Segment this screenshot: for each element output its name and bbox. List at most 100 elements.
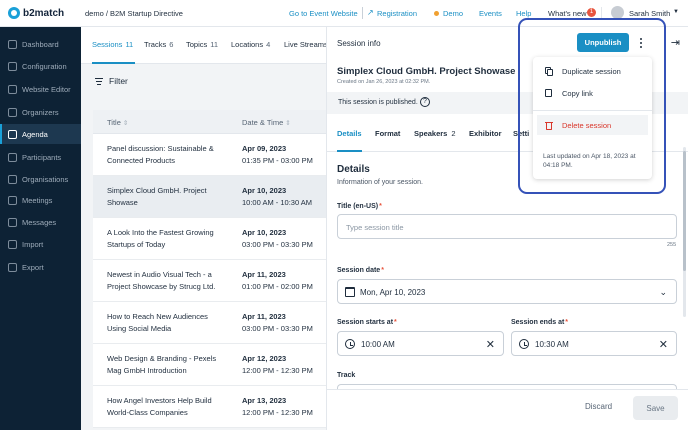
sidebar-item-label: Import	[22, 239, 44, 249]
column-header-date-time[interactable]: Date & Time ⇕	[242, 118, 291, 127]
tab-topics[interactable]: Topics 11	[186, 40, 218, 49]
label-text: Title (en-US)	[337, 203, 379, 210]
chevron-down-icon: ⌄	[659, 287, 667, 297]
collapse-panel-icon[interactable]: ⇥	[671, 36, 680, 49]
table-row[interactable]: Web Design & Branding - Pexels Mag GmbH …	[93, 344, 326, 386]
sidebar: Dashboard Configuration Website Editor O…	[0, 27, 81, 430]
go-to-event-website-link[interactable]: Go to Event Website	[289, 9, 358, 18]
sidebar-item-import[interactable]: Import	[0, 234, 81, 254]
breadcrumb[interactable]: demo / B2M Startup Directive	[85, 9, 183, 18]
b2match-logo-icon	[8, 7, 20, 19]
session-title: How to Reach New Audiences Using Social …	[107, 312, 208, 333]
filter-icon	[95, 77, 103, 85]
sidebar-item-dashboard[interactable]: Dashboard	[0, 34, 81, 54]
table-row[interactable]: How Angel Investors Help Build World-Cla…	[93, 386, 326, 428]
tab-exhibitor[interactable]: Exhibitor	[469, 129, 502, 138]
tab-label: Speakers	[414, 129, 448, 138]
required-marker: *	[381, 267, 384, 274]
table-row[interactable]: Panel discussion: Sustainable & Connecte…	[93, 134, 326, 176]
tab-locations[interactable]: Locations 4	[231, 40, 270, 49]
tab-live-streams[interactable]: Live Streams	[284, 40, 328, 49]
chevron-down-icon[interactable]: ▼	[673, 9, 679, 15]
help-link[interactable]: Help	[516, 9, 531, 18]
user-icon	[8, 107, 17, 117]
building-icon	[8, 174, 17, 184]
divider	[362, 7, 363, 19]
tab-tracks[interactable]: Tracks 6	[144, 40, 173, 49]
session-time: 03:00 PM - 03:30 PM	[242, 324, 313, 333]
sidebar-item-agenda[interactable]: Agenda	[0, 124, 81, 144]
session-time: 12:00 PM - 12:30 PM	[242, 408, 313, 417]
table-row[interactable]: A Look Into the Fastest Growing Startups…	[93, 218, 326, 260]
sidebar-item-label: Website Editor	[22, 84, 71, 94]
clock-icon	[519, 339, 529, 349]
session-title: Panel discussion: Sustainable & Connecte…	[107, 144, 214, 165]
required-marker: *	[565, 319, 569, 326]
session-datetime: Apr 10, 2023 10:00 AM - 10:30 AM	[242, 185, 312, 209]
column-label: Title	[107, 118, 121, 127]
sidebar-item-label: Dashboard	[22, 39, 59, 49]
sidebar-item-label: Export	[22, 262, 44, 272]
session-time: 03:00 PM - 03:30 PM	[242, 240, 313, 249]
tab-count: 4	[266, 40, 271, 49]
save-button[interactable]: Save	[633, 396, 678, 420]
sidebar-item-organizers[interactable]: Organizers	[0, 102, 81, 122]
tab-details[interactable]: Details	[337, 129, 362, 138]
discard-button[interactable]: Discard	[585, 402, 612, 411]
required-marker: *	[379, 203, 382, 210]
tab-label: Live Streams	[284, 40, 328, 49]
filter-button[interactable]: Filter	[95, 76, 128, 86]
scrollbar-thumb[interactable]	[683, 151, 686, 271]
tab-count: 11	[210, 40, 219, 49]
session-date-select[interactable]: Mon, Apr 10, 2023 ⌄	[337, 279, 677, 304]
session-title: A Look Into the Fastest Growing Startups…	[107, 228, 214, 249]
clear-icon[interactable]: ✕	[659, 338, 668, 351]
page-icon	[8, 84, 17, 94]
sidebar-item-configuration[interactable]: Configuration	[0, 56, 81, 76]
whats-new-link[interactable]: What's new	[548, 9, 587, 18]
session-date: Apr 12, 2023	[242, 354, 287, 363]
tab-count: 6	[169, 40, 174, 49]
input-placeholder: Type session title	[346, 223, 404, 232]
sidebar-item-label: Organisations	[22, 174, 69, 184]
sidebar-item-participants[interactable]: Participants	[0, 147, 81, 167]
created-timestamp: Created on Jan 26, 2023 at 02:32 PM.	[337, 79, 431, 85]
sidebar-item-meetings[interactable]: Meetings	[0, 190, 81, 210]
sidebar-item-messages[interactable]: Messages	[0, 212, 81, 232]
sidebar-item-website-editor[interactable]: Website Editor	[0, 79, 81, 99]
tab-sessions[interactable]: Sessions 11	[92, 40, 133, 49]
tab-label: Sessions	[92, 40, 123, 49]
end-time-input[interactable]: 10:30 AM ✕	[511, 331, 677, 356]
start-time-input[interactable]: 10:00 AM ✕	[337, 331, 504, 356]
tab-count: 2	[451, 129, 456, 138]
sidebar-item-organisations[interactable]: Organisations	[0, 169, 81, 189]
user-name[interactable]: Sarah Smith	[629, 9, 670, 18]
sidebar-item-export[interactable]: Export	[0, 257, 81, 277]
message-icon	[8, 217, 17, 227]
label-text: Session ends at	[511, 319, 565, 326]
calendar-icon	[345, 287, 355, 297]
clear-icon[interactable]: ✕	[486, 338, 495, 351]
session-time: 01:35 PM - 03:00 PM	[242, 156, 313, 165]
column-header-title[interactable]: Title ⇕	[107, 118, 128, 127]
logo[interactable]: b2match	[8, 7, 64, 19]
help-icon[interactable]: ?	[420, 97, 430, 107]
session-date: Apr 11, 2023	[242, 312, 286, 321]
demo-link[interactable]: Demo	[443, 9, 463, 18]
session-datetime: Apr 13, 2023 12:00 PM - 12:30 PM	[242, 395, 313, 419]
session-date: Apr 10, 2023	[242, 228, 287, 237]
session-time: 10:00 AM - 10:30 AM	[242, 198, 313, 207]
gear-icon	[8, 61, 17, 71]
table-row-selected[interactable]: Simplex Cloud GmbH. Project Showase Apr …	[93, 176, 326, 218]
table-row[interactable]: How to Reach New Audiences Using Social …	[93, 302, 326, 344]
session-title-input[interactable]: Type session title	[337, 214, 677, 239]
session-time: 12:00 PM - 12:30 PM	[242, 366, 313, 375]
end-time-label: Session ends at*	[511, 319, 568, 326]
agenda-tabs: Sessions 11 Tracks 6 Topics 11 Locations 4 L…	[81, 27, 328, 64]
tab-speakers[interactable]: Speakers 2	[414, 129, 456, 138]
tab-format[interactable]: Format	[375, 129, 400, 138]
table-row[interactable]: Newest in Audio Visual Tech - a Project …	[93, 260, 326, 302]
session-title: Newest in Audio Visual Tech - a Project …	[107, 270, 216, 291]
events-link[interactable]: Events	[479, 9, 502, 18]
registration-link[interactable]: Registration	[377, 9, 417, 18]
